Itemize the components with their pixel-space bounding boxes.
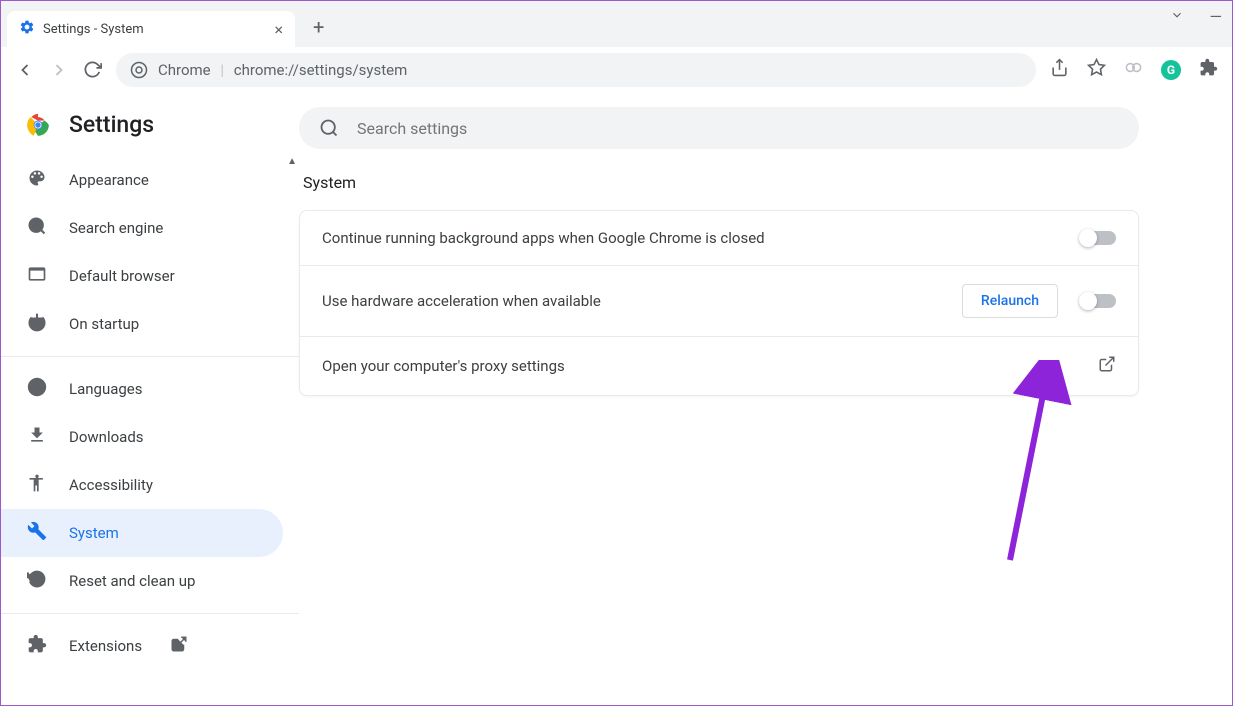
- chrome-icon: [130, 61, 148, 79]
- sidebar-item-accessibility[interactable]: Accessibility: [1, 461, 283, 509]
- sidebar-item-extensions[interactable]: Extensions: [1, 622, 283, 670]
- accessibility-icon: [27, 473, 47, 497]
- sidebar-item-on-startup[interactable]: On startup: [1, 300, 283, 348]
- browser-icon: [27, 264, 47, 288]
- extension-cloud-icon[interactable]: [1124, 58, 1143, 81]
- sidebar: Settings ▲ Appearance Search engine Defaul…: [1, 93, 299, 705]
- tab-bar: Settings - System × + —: [1, 1, 1232, 47]
- url-box[interactable]: Chrome | chrome://settings/system: [116, 53, 1036, 87]
- puzzle-icon[interactable]: [1199, 58, 1218, 81]
- globe-icon: [27, 377, 47, 401]
- sidebar-item-label: System: [69, 524, 119, 542]
- search-icon: [319, 118, 339, 138]
- url-label: Chrome: [158, 61, 211, 79]
- palette-icon: [27, 168, 47, 192]
- close-tab-icon[interactable]: ×: [274, 20, 283, 39]
- chevron-down-icon[interactable]: [1170, 7, 1184, 26]
- grammarly-icon[interactable]: G: [1161, 60, 1181, 80]
- section-title: System: [299, 173, 1218, 192]
- chrome-logo-icon: [25, 112, 51, 138]
- forward-button[interactable]: [49, 60, 69, 80]
- sidebar-item-label: On startup: [69, 315, 139, 333]
- sidebar-item-label: Languages: [69, 380, 143, 398]
- sidebar-item-search-engine[interactable]: Search engine: [1, 204, 283, 252]
- sidebar-item-downloads[interactable]: Downloads: [1, 413, 283, 461]
- new-tab-button[interactable]: +: [313, 15, 324, 39]
- settings-row: Use hardware acceleration when available…: [300, 266, 1138, 337]
- wrench-icon: [27, 521, 47, 545]
- search-settings-box[interactable]: [299, 107, 1139, 149]
- page-title: Settings: [69, 111, 154, 138]
- restore-icon: [27, 569, 47, 593]
- back-button[interactable]: [15, 60, 35, 80]
- puzzle-icon: [27, 634, 47, 658]
- sidebar-item-label: Reset and clean up: [69, 572, 195, 590]
- url-path: chrome://settings/system: [234, 61, 407, 79]
- gear-icon: [19, 19, 35, 39]
- download-icon: [27, 425, 47, 449]
- row-label: Open your computer's proxy settings: [322, 357, 1098, 375]
- bookmark-icon[interactable]: [1087, 58, 1106, 81]
- main-content: System Continue running background apps …: [299, 93, 1232, 705]
- sidebar-item-label: Downloads: [69, 428, 144, 446]
- minimize-icon[interactable]: —: [1210, 7, 1223, 26]
- share-icon[interactable]: [1050, 58, 1069, 81]
- toggle-switch[interactable]: [1080, 231, 1116, 245]
- reload-button[interactable]: [83, 60, 102, 79]
- scroll-up-icon[interactable]: ▲: [287, 156, 297, 167]
- sidebar-item-languages[interactable]: Languages: [1, 365, 283, 413]
- sidebar-item-system[interactable]: System: [1, 509, 283, 557]
- sidebar-item-label: Appearance: [69, 171, 149, 189]
- window-controls: —: [1170, 7, 1223, 26]
- sidebar-item-label: Default browser: [69, 267, 175, 285]
- tab-title: Settings - System: [43, 22, 266, 37]
- external-link-icon: [1098, 355, 1116, 377]
- sidebar-item-appearance[interactable]: Appearance: [1, 156, 283, 204]
- sidebar-item-label: Extensions: [69, 637, 142, 655]
- browser-tab[interactable]: Settings - System ×: [7, 11, 295, 47]
- relaunch-button[interactable]: Relaunch: [962, 284, 1058, 318]
- sidebar-item-label: Accessibility: [69, 476, 153, 494]
- sidebar-item-default-browser[interactable]: Default browser: [1, 252, 283, 300]
- address-bar: Chrome | chrome://settings/system G: [1, 47, 1232, 93]
- settings-card: Continue running background apps when Go…: [299, 210, 1139, 396]
- sidebar-item-label: Search engine: [69, 219, 163, 237]
- settings-row[interactable]: Open your computer's proxy settings: [300, 337, 1138, 395]
- row-label: Use hardware acceleration when available: [322, 292, 962, 310]
- search-icon: [27, 216, 47, 240]
- search-input[interactable]: [357, 119, 1119, 138]
- row-label: Continue running background apps when Go…: [322, 229, 1080, 247]
- external-link-icon: [170, 635, 188, 657]
- settings-row: Continue running background apps when Go…: [300, 211, 1138, 266]
- sidebar-item-reset[interactable]: Reset and clean up: [1, 557, 283, 605]
- toggle-switch[interactable]: [1080, 294, 1116, 308]
- power-icon: [27, 312, 47, 336]
